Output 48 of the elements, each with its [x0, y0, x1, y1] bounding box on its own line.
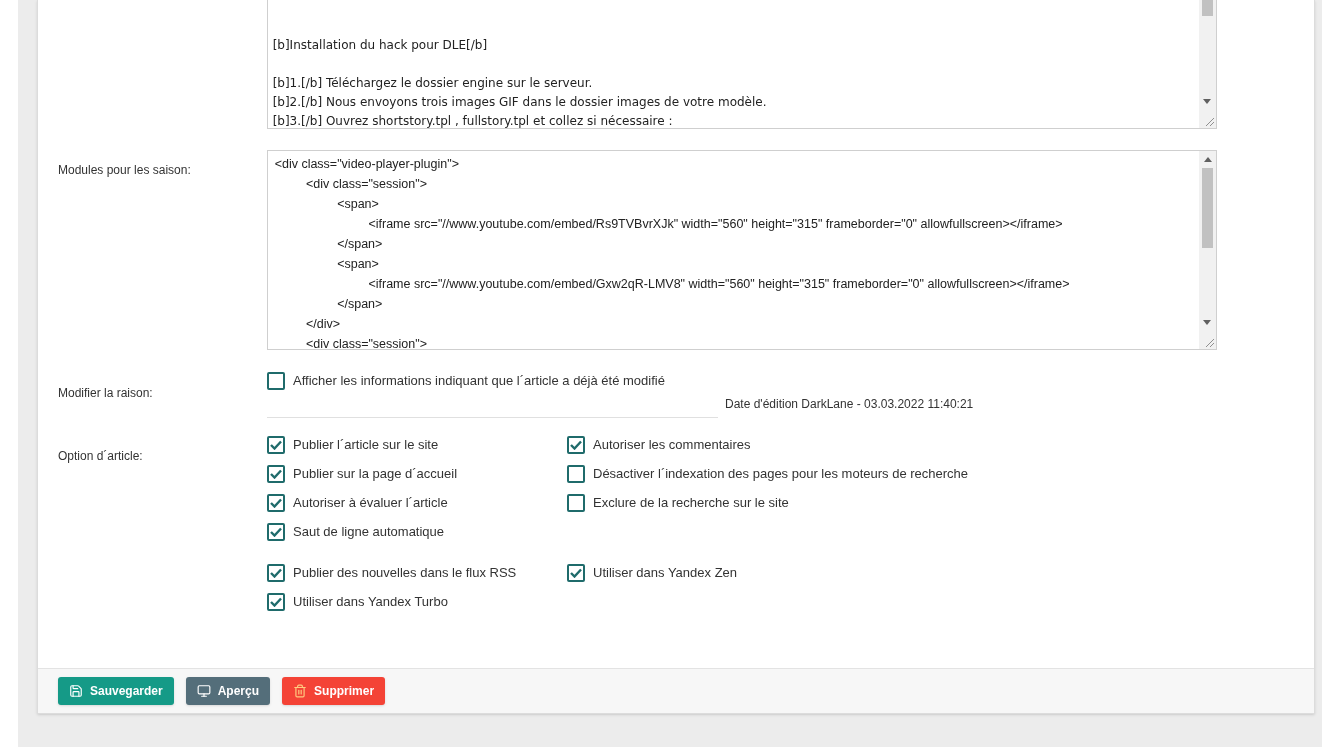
- checkbox[interactable]: [567, 435, 585, 454]
- check-icon: [270, 468, 282, 479]
- checkbox-label[interactable]: Utiliser dans Yandex Zen: [593, 562, 738, 583]
- check-icon: [570, 439, 582, 450]
- scroll-down-icon[interactable]: [1203, 99, 1211, 104]
- checkbox[interactable]: [567, 493, 585, 512]
- checkbox[interactable]: [567, 464, 585, 483]
- field-label: Modifier la raison:: [58, 386, 153, 400]
- edit-info: Date d'édition DarkLane - 03.03.2022 11:40:21: [725, 396, 974, 413]
- check-icon: [270, 439, 282, 450]
- checkbox[interactable]: [567, 563, 585, 582]
- check-icon: [270, 567, 282, 578]
- check-icon: [570, 567, 582, 578]
- checkbox[interactable]: [267, 371, 285, 390]
- checkbox-label[interactable]: Exclure de la recherche sur le site: [593, 492, 789, 513]
- resize-grip-icon[interactable]: [1204, 116, 1214, 126]
- checkbox[interactable]: [267, 522, 285, 541]
- scroll-up-icon[interactable]: [1203, 157, 1212, 162]
- check-icon: [270, 596, 282, 607]
- checkbox-label[interactable]: Autoriser à évaluer l´article: [293, 492, 448, 513]
- trash-icon: [293, 684, 308, 698]
- scroll-down-icon[interactable]: [1203, 320, 1211, 325]
- field-label: Modules pour les saison:: [58, 163, 191, 177]
- preview-button[interactable]: Aperçu: [185, 677, 271, 705]
- scrollbar[interactable]: [1199, 151, 1216, 349]
- check-icon: [270, 526, 282, 537]
- checkbox[interactable]: [267, 464, 285, 483]
- monitor-icon: [196, 684, 211, 698]
- checkbox-label[interactable]: Autoriser les commentaires: [593, 434, 751, 455]
- delete-button[interactable]: Supprimer: [282, 677, 386, 705]
- scrollbar-thumb[interactable]: [1202, 168, 1213, 248]
- checkbox[interactable]: [267, 592, 285, 611]
- checkbox-label[interactable]: Publier l´article sur le site: [293, 434, 439, 455]
- check-icon: [270, 497, 282, 508]
- checkbox-label[interactable]: Publier sur la page d´accueil: [293, 463, 458, 484]
- field-label: Option d´article:: [58, 449, 143, 463]
- checkbox-label[interactable]: Afficher les informations indiquant que l´article a déjà été modifié: [293, 370, 665, 391]
- save-button[interactable]: Sauvegarder: [58, 677, 174, 705]
- checkbox[interactable]: [267, 493, 285, 512]
- checkbox[interactable]: [267, 563, 285, 582]
- checkbox-label[interactable]: Désactiver l´indexation des pages pour les moteurs de recherche: [593, 463, 969, 484]
- checkbox-label[interactable]: Utiliser dans Yandex Turbo: [293, 591, 448, 612]
- scrollbar-thumb[interactable]: [1202, 0, 1213, 16]
- scrollbar[interactable]: [1199, 0, 1216, 128]
- checkbox[interactable]: [267, 435, 285, 454]
- checkbox-label[interactable]: Saut de ligne automatique: [293, 521, 445, 542]
- resize-grip-icon[interactable]: [1204, 337, 1214, 347]
- checkbox-label[interactable]: Publier des nouvelles dans le flux RSS: [293, 562, 517, 583]
